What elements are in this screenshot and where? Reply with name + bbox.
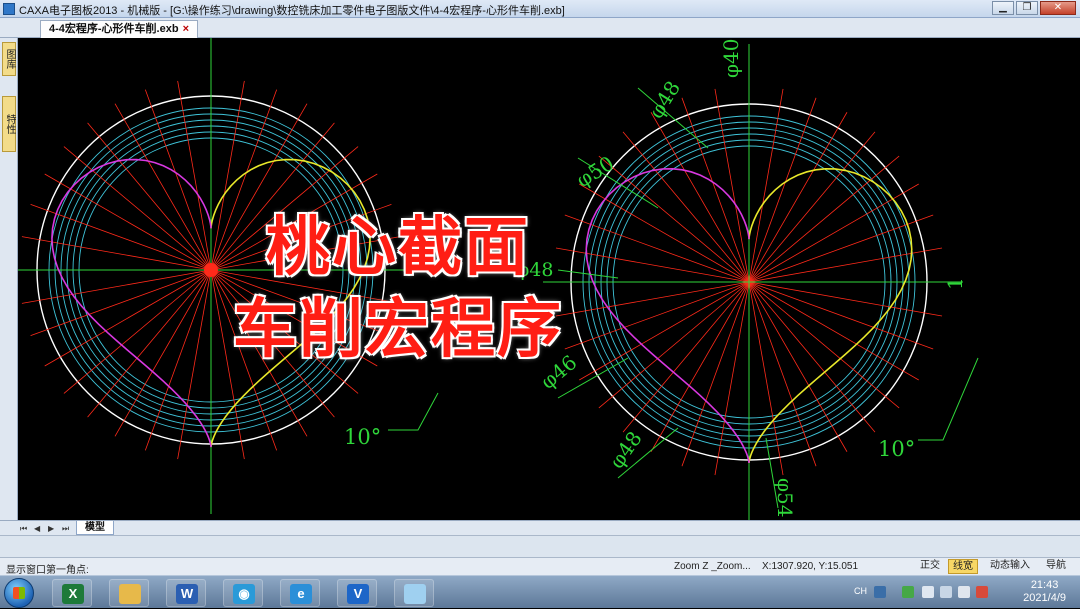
dimension-label: 10° xyxy=(344,425,381,449)
explorer-glyph xyxy=(119,584,141,604)
title-bar: CAXA电子图板2013 - 机械版 - [G:\操作练习\drawing\数控… xyxy=(0,0,1080,18)
last-sheet-button[interactable]: ⏭ xyxy=(62,524,69,534)
word-glyph: W xyxy=(176,584,198,604)
dimension-label: φ48 xyxy=(604,427,646,473)
caxa-glyph: V xyxy=(347,584,369,604)
word-app-icon[interactable]: W xyxy=(166,579,206,607)
overlay-title-line1: 桃心截面 xyxy=(265,210,530,286)
side-tab-properties[interactable]: 特性 xyxy=(2,96,16,152)
document-tab-row: 4-4宏程序-心形件车削.exb × xyxy=(0,18,1080,38)
lineweight-toggle[interactable]: 线宽 xyxy=(948,559,978,574)
minimize-button[interactable]: ▁ xyxy=(992,1,1014,15)
ortho-toggle[interactable]: 正交 xyxy=(916,559,944,574)
window-title: CAXA电子图板2013 - 机械版 - [G:\操作练习\drawing\数控… xyxy=(19,5,565,17)
status-prompt: 显示窗口第一角点: xyxy=(6,565,89,576)
caxa-app-icon[interactable]: V xyxy=(337,579,377,607)
window-controls: ▁ ❐ ✕ xyxy=(990,1,1076,16)
first-sheet-button[interactable]: ⏮ xyxy=(20,524,27,534)
left-disc-center-mark xyxy=(204,263,218,277)
excel-glyph: X xyxy=(62,584,84,604)
dimension-label: φ54 xyxy=(773,478,797,517)
device-icon[interactable] xyxy=(922,586,934,598)
dim-leader xyxy=(388,392,439,431)
dimension-label: 10° xyxy=(878,437,915,461)
start-button[interactable] xyxy=(4,578,34,608)
network-signal-icon[interactable] xyxy=(958,586,970,598)
command-line[interactable] xyxy=(0,535,1080,557)
excel-app-icon[interactable]: X xyxy=(52,579,92,607)
drawing-canvas[interactable]: φ40 φ48 φ50 φ48 1 φ46 φ48 φ54 10° 10° 桃心截面 车削宏程序 xyxy=(18,38,1080,520)
clock[interactable]: 21:43 2021/4/9 xyxy=(1023,579,1066,605)
taskbar: X W ◉ e V CH 21:43 2021/4/9 xyxy=(0,575,1080,608)
media-app-icon[interactable]: ◉ xyxy=(223,579,263,607)
sheet-tab-row: ⏮ ◀ ▶ ⏭ 模型 xyxy=(0,520,1080,535)
side-tab-library[interactable]: 图库 xyxy=(2,42,16,76)
dynamic-input-toggle[interactable]: 动态输入 xyxy=(986,559,1034,574)
dimension-label: φ48 xyxy=(644,76,685,122)
notes-glyph xyxy=(404,584,426,604)
ie-app-icon[interactable]: e xyxy=(280,579,320,607)
document-tab-label: 4-4宏程序-心形件车削.exb xyxy=(49,23,179,35)
dimension-label: φ40 xyxy=(719,39,743,78)
document-tab[interactable]: 4-4宏程序-心形件车削.exb × xyxy=(40,20,199,38)
navigation-toggle[interactable]: 导航 xyxy=(1042,559,1070,574)
ie-glyph: e xyxy=(290,584,312,604)
security-shield-icon[interactable] xyxy=(902,586,914,598)
clock-date: 2021/4/9 xyxy=(1023,592,1066,604)
caxa-app-icon xyxy=(3,3,15,15)
volume-muted-icon[interactable] xyxy=(976,586,988,598)
keyboard-icon[interactable] xyxy=(874,586,886,598)
notes-app-icon[interactable] xyxy=(394,579,434,607)
dimension-label: φ50 xyxy=(572,151,618,192)
side-panel: 图库 特性 xyxy=(0,38,18,520)
prev-sheet-button[interactable]: ◀ xyxy=(34,524,40,533)
overlay-title-line2: 车削宏程序 xyxy=(232,292,563,368)
ime-indicator[interactable]: CH xyxy=(854,586,867,596)
media-glyph: ◉ xyxy=(233,584,255,604)
clock-time: 21:43 xyxy=(1030,579,1059,591)
dimension-label: 1 xyxy=(943,277,967,290)
sheet-tab-model[interactable]: 模型 xyxy=(76,521,114,535)
close-button[interactable]: ✕ xyxy=(1040,1,1076,15)
monitor-icon[interactable] xyxy=(940,586,952,598)
next-sheet-button[interactable]: ▶ xyxy=(48,524,54,533)
system-tray: CH 21:43 2021/4/9 xyxy=(830,576,1080,609)
maximize-button[interactable]: ❐ xyxy=(1016,1,1038,15)
status-coordinates: X:1307.920, Y:15.051 xyxy=(762,561,859,572)
tab-close-icon[interactable]: × xyxy=(183,23,189,35)
status-bar: 显示窗口第一角点: Zoom Z _Zoom... X:1307.920, Y:… xyxy=(0,557,1080,576)
dim-leader xyxy=(918,357,979,441)
status-command: Zoom Z _Zoom... xyxy=(674,561,751,572)
explorer-app-icon[interactable] xyxy=(109,579,149,607)
